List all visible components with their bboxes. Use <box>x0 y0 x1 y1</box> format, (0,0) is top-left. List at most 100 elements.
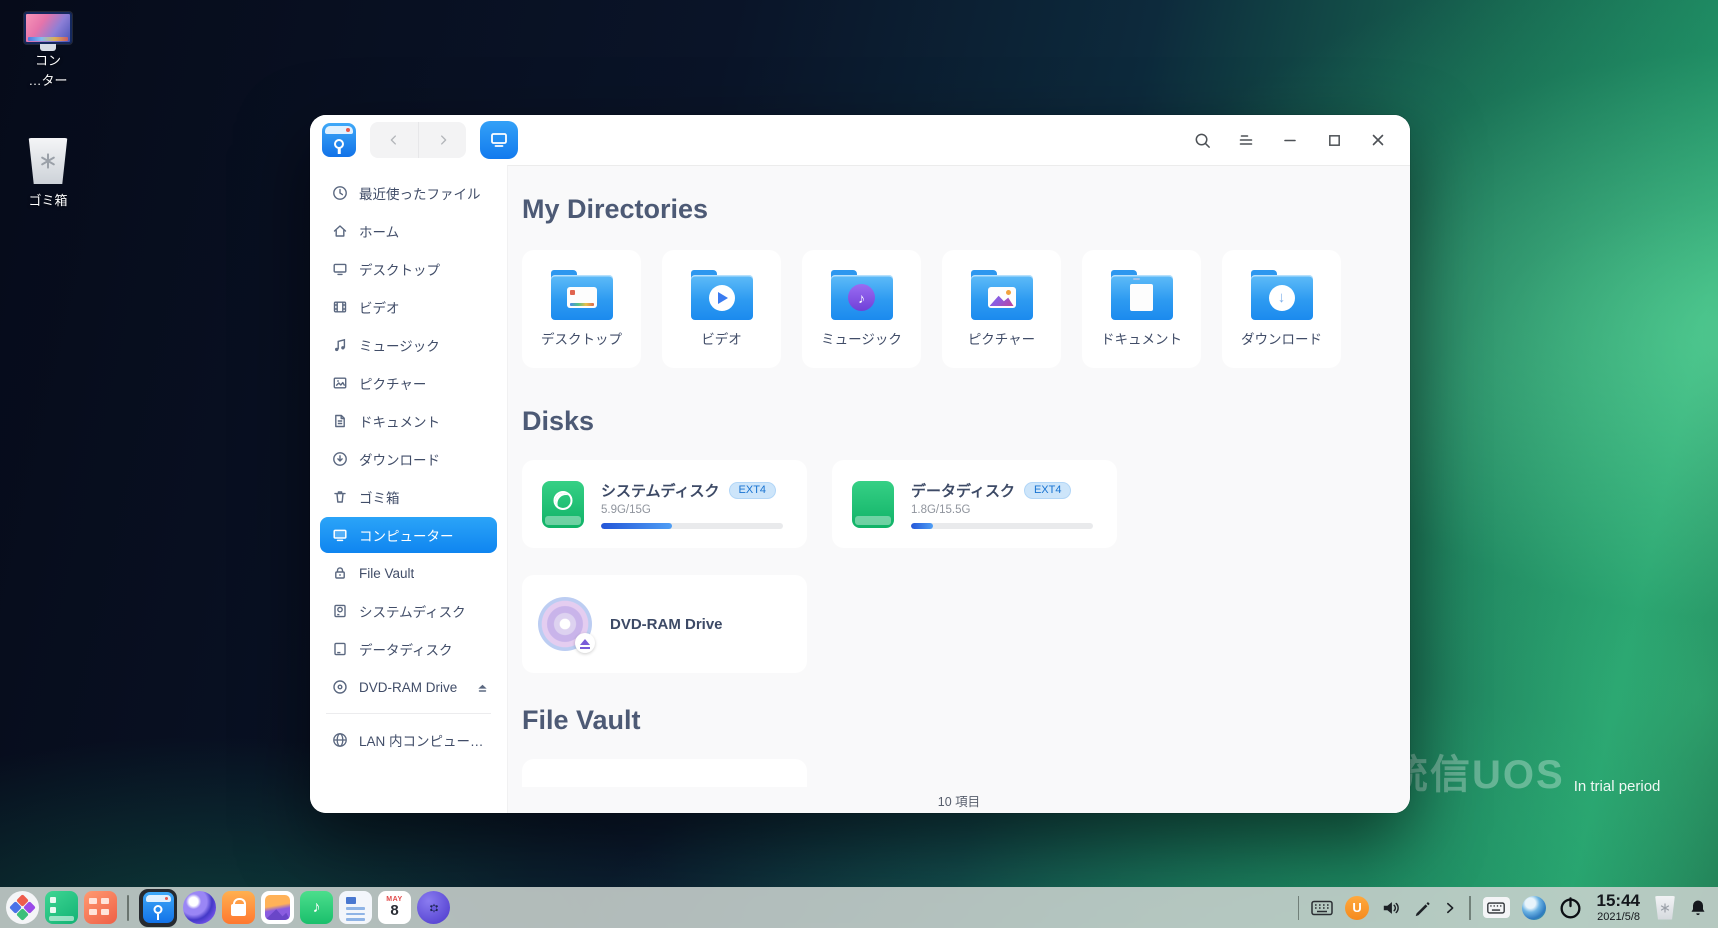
speaker-icon <box>1381 899 1401 917</box>
community-app-icon[interactable] <box>84 891 117 924</box>
notification-bell-icon[interactable] <box>1688 898 1708 918</box>
system-disk-icon <box>332 603 348 619</box>
board-app-icon[interactable] <box>45 891 78 924</box>
disks-row: システムディスク EXT4 5.9G/15G データディスク E <box>522 460 1396 548</box>
power-icon <box>1558 895 1583 920</box>
title-bar[interactable] <box>310 115 1410 165</box>
sidebar-item-desktop[interactable]: デスクトップ <box>320 251 497 287</box>
maximize-button[interactable] <box>1312 120 1356 160</box>
sidebar-item-file-vault[interactable]: File Vault <box>320 555 497 591</box>
folder-card-downloads[interactable]: ↓ ダウンロード <box>1222 250 1341 368</box>
calendar-icon[interactable]: MAY 8 <box>378 891 411 924</box>
clock-widget[interactable]: 15:44 2021/5/8 <box>1597 891 1640 923</box>
trash-bin-icon <box>27 138 69 184</box>
sidebar-item-home[interactable]: ホーム <box>320 213 497 249</box>
image-viewer-icon[interactable] <box>261 891 294 924</box>
text-editor-icon[interactable] <box>339 891 372 924</box>
input-method-icon[interactable] <box>1311 900 1333 916</box>
sidebar-item-documents[interactable]: ドキュメント <box>320 403 497 439</box>
filesystem-badge: EXT4 <box>729 482 777 499</box>
system-disk-icon <box>542 481 584 528</box>
folder-card-pictures[interactable]: ピクチャー <box>942 250 1061 368</box>
disk-usage-text: 5.9G/15G <box>601 504 783 516</box>
dvd-drive-card[interactable]: DVD-RAM Drive <box>522 575 807 673</box>
disk-usage-bar <box>911 523 1093 529</box>
folder-card-documents[interactable]: ドキュメント <box>1082 250 1201 368</box>
picture-icon <box>332 375 348 391</box>
file-vault-card[interactable] <box>522 759 807 787</box>
data-disk-icon <box>852 481 894 528</box>
section-title-file-vault: File Vault <box>522 703 1396 737</box>
film-icon <box>332 299 348 315</box>
document-icon <box>332 413 348 429</box>
minimize-button[interactable] <box>1268 120 1312 160</box>
control-center-icon[interactable] <box>417 891 450 924</box>
sidebar-item-music[interactable]: ミュージック <box>320 327 497 363</box>
tray-separator <box>1298 896 1300 920</box>
onboard-keyboard-icon[interactable] <box>1483 897 1510 918</box>
sidebar-item-lan-computers[interactable]: LAN 内コンピュー… <box>320 722 497 758</box>
disk-card-system[interactable]: システムディスク EXT4 5.9G/15G <box>522 460 807 548</box>
sidebar-item-computer[interactable]: コンピューター <box>320 517 497 553</box>
disk-usage-text: 1.8G/15.5G <box>911 504 1093 516</box>
back-button[interactable] <box>370 122 418 158</box>
maximize-icon <box>1327 133 1342 148</box>
screenshot-tool-icon[interactable] <box>1413 899 1431 917</box>
sidebar-item-dvd-drive[interactable]: DVD-RAM Drive <box>320 669 497 705</box>
tray-time: 15:44 <box>1597 891 1640 911</box>
sidebar: 最近使ったファイル ホーム デスクトップ ビデオ ミュージック ピクチャー <box>310 165 507 813</box>
tray-expand-chevron[interactable] <box>1443 901 1457 915</box>
window-menu-button[interactable] <box>1224 120 1268 160</box>
power-icon[interactable] <box>1558 895 1583 920</box>
downloads-folder-icon: ↓ <box>1251 270 1313 320</box>
close-button[interactable] <box>1356 120 1400 160</box>
desktop-icon-computer-label: コン …ター <box>0 51 96 90</box>
disk-card-data[interactable]: データディスク EXT4 1.8G/15.5G <box>832 460 1117 548</box>
content-scroll-area[interactable]: My Directories デスクトップ ビデオ ♪ ミュージック <box>508 166 1410 787</box>
sidebar-item-recent[interactable]: 最近使ったファイル <box>320 175 497 211</box>
desktop-icon-computer[interactable]: コン …ター <box>0 12 96 90</box>
videos-folder-icon <box>691 270 753 320</box>
sidebar-item-downloads[interactable]: ダウンロード <box>320 441 497 477</box>
music-folder-icon: ♪ <box>831 270 893 320</box>
tray-trash-icon[interactable] <box>1654 896 1676 920</box>
menu-icon <box>1237 131 1255 149</box>
sidebar-item-videos[interactable]: ビデオ <box>320 289 497 325</box>
chevron-right-icon <box>1443 901 1457 915</box>
dock-separator <box>127 895 129 921</box>
search-button[interactable] <box>1180 120 1224 160</box>
music-player-icon[interactable]: ♪ <box>300 891 333 924</box>
icon-view-button[interactable] <box>480 121 518 159</box>
desktop-folder-icon <box>551 270 613 320</box>
trial-watermark: 統信UOS In trial period <box>1388 742 1660 800</box>
volume-icon[interactable] <box>1381 899 1401 917</box>
desktop-icon-trash[interactable]: ゴミ箱 <box>0 138 96 211</box>
network-globe-icon <box>332 732 348 748</box>
recycle-icon <box>1659 902 1671 914</box>
browser-icon[interactable] <box>183 891 216 924</box>
sidebar-item-pictures[interactable]: ピクチャー <box>320 365 497 401</box>
uos-brand-watermark: 統信UOS <box>1388 742 1565 800</box>
launcher-icon[interactable] <box>6 891 39 924</box>
folder-card-desktop[interactable]: デスクトップ <box>522 250 641 368</box>
file-manager-dock-icon-active[interactable] <box>139 889 177 927</box>
computer-icon <box>332 527 348 543</box>
eject-button[interactable] <box>476 681 489 694</box>
forward-button[interactable] <box>418 122 466 158</box>
defender-globe-icon[interactable] <box>1522 896 1546 920</box>
sidebar-item-data-disk[interactable]: データディスク <box>320 631 497 667</box>
computer-monitor-icon <box>24 12 72 44</box>
music-note-icon <box>332 337 348 353</box>
file-manager-window: 最近使ったファイル ホーム デスクトップ ビデオ ミュージック ピクチャー <box>310 115 1410 813</box>
pictures-folder-icon <box>971 270 1033 320</box>
sidebar-item-trash[interactable]: ゴミ箱 <box>320 479 497 515</box>
uos-id-icon[interactable]: U <box>1345 896 1369 920</box>
folder-card-music[interactable]: ♪ ミュージック <box>802 250 921 368</box>
sidebar-item-system-disk[interactable]: システムディスク <box>320 593 497 629</box>
folder-card-videos[interactable]: ビデオ <box>662 250 781 368</box>
tray-date: 2021/5/8 <box>1597 911 1640 924</box>
keyboard-icon <box>1311 900 1333 916</box>
app-store-icon[interactable] <box>222 891 255 924</box>
my-directories-grid: デスクトップ ビデオ ♪ ミュージック ピクチャー <box>522 250 1396 368</box>
file-manager-app-icon <box>322 123 356 157</box>
